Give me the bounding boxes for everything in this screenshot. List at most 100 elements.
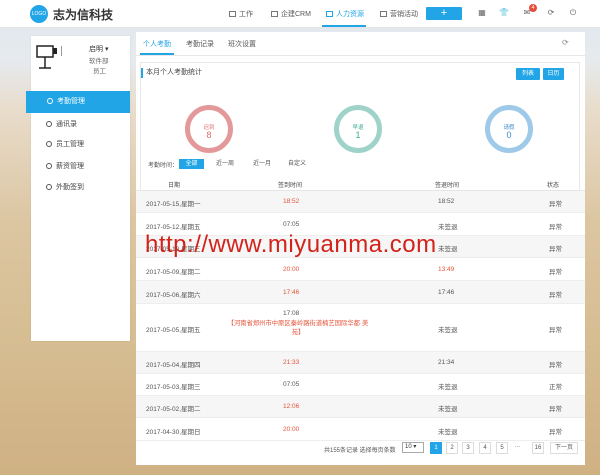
- table-row[interactable]: 2017-05-15,星期一 18:52 18:52 异常: [136, 191, 585, 213]
- cell-status: 异常: [549, 224, 562, 231]
- page-4[interactable]: 4: [479, 442, 491, 454]
- cell-date: 2017-05-04,星期四: [146, 362, 201, 369]
- cell-status: 异常: [549, 406, 562, 413]
- cell-date: 2017-04-30,星期日: [146, 429, 201, 436]
- people-icon: [380, 11, 387, 17]
- table-row[interactable]: 2017-05-04,星期四 21:33 21:34 异常: [136, 352, 585, 374]
- contact-icon: [46, 121, 52, 127]
- cell-checkout: 13:49: [438, 266, 455, 273]
- cell-checkout: 未签退: [438, 406, 458, 413]
- filter-week[interactable]: 近一周: [213, 159, 237, 169]
- page-3[interactable]: 3: [462, 442, 474, 454]
- sidebar-item-attendance[interactable]: 考勤管理: [26, 91, 130, 113]
- cell-checkin: 17:46: [283, 289, 300, 296]
- cell-checkout: 未签退: [438, 224, 458, 231]
- cell-checkout: 未签退: [438, 384, 458, 391]
- user-dept: 软件部: [89, 58, 109, 65]
- list-view-button[interactable]: 列表: [516, 68, 540, 80]
- col-checkin: 签到时间: [278, 183, 303, 189]
- filter-custom[interactable]: 自定义: [285, 159, 309, 169]
- cell-checkout: 未签退: [438, 429, 458, 436]
- tabs-divider: [136, 55, 585, 56]
- people-icon: [326, 11, 333, 17]
- cell-date: 2017-05-15,星期一: [146, 201, 201, 208]
- shirt-icon[interactable]: 👕: [499, 8, 509, 18]
- cell-date: 2017-05-05,星期五: [146, 327, 201, 334]
- refresh-icon[interactable]: ⟳: [546, 8, 556, 18]
- stats-title: 本月个人考勤统计: [141, 68, 202, 78]
- tab-attendance-records[interactable]: 考勤记录: [186, 39, 214, 49]
- page-ellipsis: ...: [515, 443, 521, 449]
- page-2[interactable]: 2: [446, 442, 458, 454]
- cell-date: 2017-05-03,星期三: [146, 384, 201, 391]
- nav-work[interactable]: 工作: [229, 9, 253, 19]
- cell-checkin-location: 【河南省郑州市中原区秦岭路街道楠艺国际华都·美苑】: [227, 320, 369, 336]
- sidebar-item-contacts[interactable]: 通讯录: [31, 114, 130, 136]
- grid-icon[interactable]: ▦: [477, 8, 487, 18]
- table-row[interactable]: 2017-05-05,星期五 17:08 【河南省郑州市中原区秦岭路街道楠艺国际华都…: [136, 304, 585, 352]
- col-date: 日期: [168, 183, 181, 189]
- cell-checkout: 未签退: [438, 246, 458, 253]
- per-page-select[interactable]: 10 ▾: [402, 442, 424, 453]
- cell-checkin: 12:06: [283, 403, 300, 410]
- avatar: [36, 45, 57, 69]
- next-page-button[interactable]: 下一页: [550, 442, 578, 454]
- cell-checkin: 18:52: [283, 198, 300, 205]
- calendar-view-button[interactable]: 日历: [543, 68, 564, 80]
- table-row[interactable]: 2017-04-30,星期日 20:00 未签退 异常: [136, 418, 585, 441]
- table-row[interactable]: 2017-05-09,星期二 20:00 13:49 异常: [136, 258, 585, 281]
- sidebar-item-employees[interactable]: 员工管理: [31, 134, 130, 156]
- table-row[interactable]: 2017-05-06,星期六 17:46 17:46 异常: [136, 281, 585, 304]
- cell-checkout: 21:34: [438, 359, 455, 366]
- filter-month[interactable]: 近一月: [250, 159, 274, 169]
- user-name[interactable]: 启明 ▾: [89, 44, 108, 54]
- col-checkout: 签退时间: [435, 183, 460, 189]
- cell-status: 异常: [549, 429, 562, 436]
- hand-icon: [47, 98, 53, 104]
- cell-checkin: 07:05: [283, 221, 300, 228]
- nav-active-indicator: [322, 25, 366, 27]
- money-icon: [46, 163, 52, 169]
- nav-hr[interactable]: 人力资源: [326, 9, 364, 19]
- cell-status: 异常: [549, 246, 562, 253]
- cell-checkin: 20:00: [283, 266, 300, 273]
- cell-status: 异常: [549, 292, 562, 299]
- filter-all[interactable]: 全部: [179, 159, 204, 169]
- leave-stat[interactable]: 请假 0: [485, 105, 533, 153]
- cell-status: 异常: [549, 269, 562, 276]
- sidebar-item-field-checkin[interactable]: 外勤签到: [31, 177, 130, 199]
- page-5[interactable]: 5: [496, 442, 508, 454]
- refresh-icon[interactable]: ⟳: [562, 38, 569, 47]
- tab-personal-attendance[interactable]: 个人考勤: [143, 39, 171, 49]
- power-icon[interactable]: ⏻: [568, 8, 578, 18]
- sidebar-item-salary[interactable]: 薪资管理: [31, 156, 130, 178]
- table-header: 日期 签到时间 签退时间 状态: [136, 178, 585, 191]
- early-leave-stat[interactable]: 早退 1: [334, 105, 382, 153]
- page-1[interactable]: 1: [430, 442, 442, 454]
- mail-badge: 4: [529, 4, 537, 12]
- tab-shift-settings[interactable]: 班次设置: [228, 39, 256, 49]
- pagination-info: 共155条记录 选择每页条数: [324, 448, 396, 454]
- cell-status: 异常: [549, 362, 562, 369]
- cell-status: 正常: [549, 384, 562, 391]
- location-icon: [46, 184, 52, 190]
- cell-checkin: 07:05: [283, 381, 300, 388]
- watermark: http://www.miyuanma.com: [145, 231, 437, 258]
- nav-crm[interactable]: 企建CRM: [271, 9, 311, 19]
- cell-checkout: 17:46: [438, 289, 455, 296]
- nav-marketing[interactable]: 营销活动: [380, 9, 418, 19]
- cell-checkout: 未签退: [438, 327, 458, 334]
- top-header: LOGO 志为信科技 工作 企建CRM 人力资源 营销活动 + ▦ 👕 ✉ 4 …: [0, 0, 600, 28]
- avatar-decoration: [61, 46, 67, 56]
- table-row[interactable]: 2017-05-03,星期三 07:05 未签退 正常: [136, 374, 585, 396]
- table-row[interactable]: 2017-05-02,星期二 12:06 未签退 异常: [136, 396, 585, 418]
- page-last[interactable]: 16: [532, 442, 544, 454]
- cell-date: 2017-05-09,星期二: [146, 269, 201, 276]
- add-button[interactable]: +: [426, 7, 462, 20]
- cell-date: 2017-05-02,星期二: [146, 406, 201, 413]
- cell-date: 2017-05-06,星期六: [146, 292, 201, 299]
- col-status: 状态: [547, 183, 560, 189]
- late-stat[interactable]: 迟到 8: [185, 105, 233, 153]
- user-icon: [46, 141, 52, 147]
- cell-checkin: 21:33: [283, 359, 300, 366]
